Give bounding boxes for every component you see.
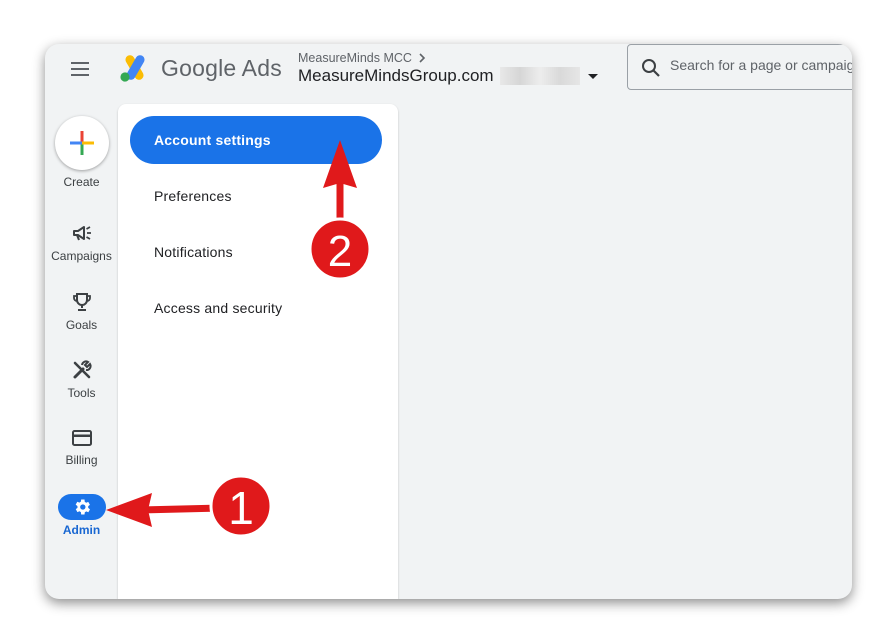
redacted-account-id: [499, 67, 580, 85]
rail-item-label: Billing: [65, 453, 98, 467]
main-menu-button[interactable]: [71, 62, 91, 78]
megaphone-icon: [72, 226, 91, 241]
product-name: Google Ads: [161, 55, 282, 81]
account-switcher[interactable]: MeasureMinds MCC MeasureMindsGroup.com: [298, 51, 598, 86]
rail-item-admin[interactable]: Admin: [45, 494, 118, 537]
create-button[interactable]: [54, 116, 109, 170]
menu-item-access-and-security[interactable]: Access and security: [130, 284, 382, 332]
menu-item-account-settings[interactable]: Account settings: [130, 116, 382, 164]
chevron-down-icon[interactable]: [587, 73, 598, 79]
app-window: Google Ads MeasureMinds MCC MeasureMinds…: [45, 44, 852, 599]
search-icon: [642, 59, 660, 77]
credit-card-icon: [71, 430, 92, 446]
trophy-icon: [72, 293, 91, 311]
rail-item-campaigns[interactable]: Campaigns: [45, 224, 118, 263]
admin-selected-indicator[interactable]: [57, 494, 106, 520]
navigation-rail: Create Campaigns Goals Tools Billing Adm…: [45, 104, 118, 599]
top-bar: Google Ads MeasureMinds MCC MeasureMinds…: [45, 44, 852, 104]
rail-item-label: Goals: [65, 318, 98, 332]
plus-icon: [69, 131, 94, 155]
menu-item-notifications[interactable]: Notifications: [130, 228, 382, 276]
rail-item-label: Tools: [67, 386, 96, 400]
rail-item-create[interactable]: Create: [45, 116, 118, 189]
rail-item-billing[interactable]: Billing: [45, 428, 118, 467]
rail-item-label: Campaigns: [51, 249, 112, 263]
search-box[interactable]: [627, 44, 852, 90]
google-ads-logo-icon: [120, 55, 145, 82]
manager-account-label: MeasureMinds MCC: [298, 51, 412, 65]
chevron-right-icon: [419, 53, 426, 63]
tools-icon: [73, 360, 92, 379]
gear-icon: [75, 499, 90, 515]
account-name: MeasureMindsGroup.com: [298, 66, 494, 85]
rail-item-label: Admin: [62, 523, 101, 537]
search-input[interactable]: [668, 56, 852, 74]
rail-item-label: Create: [63, 175, 100, 189]
admin-menu-panel: Account settings Preferences Notificatio…: [118, 104, 398, 599]
menu-item-preferences[interactable]: Preferences: [130, 172, 382, 220]
rail-item-tools[interactable]: Tools: [45, 359, 118, 400]
rail-item-goals[interactable]: Goals: [45, 291, 118, 332]
